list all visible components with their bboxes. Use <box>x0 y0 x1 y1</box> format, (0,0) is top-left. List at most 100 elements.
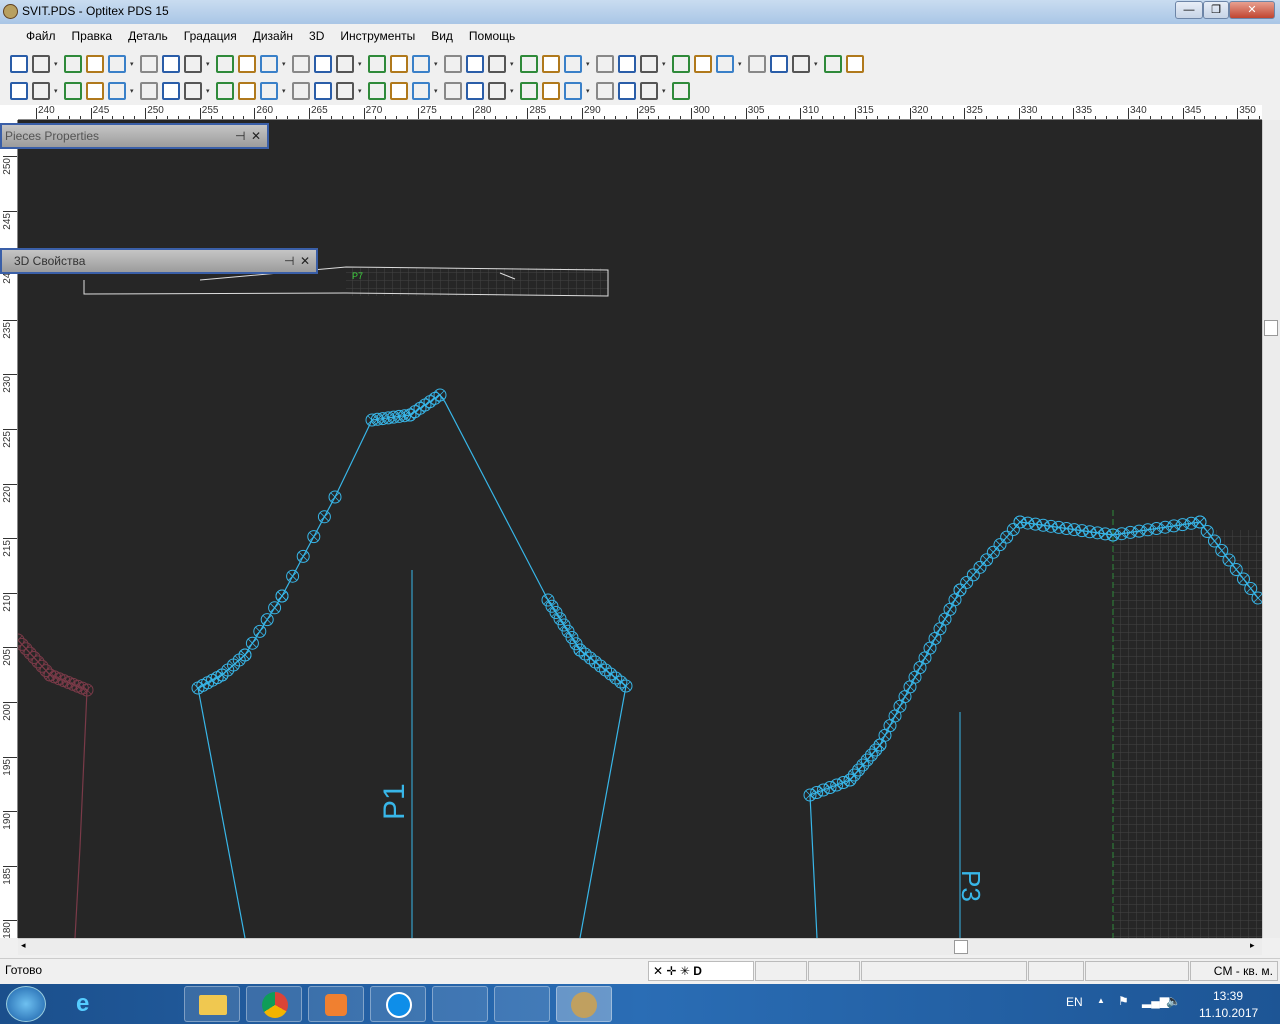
help-icon[interactable] <box>412 55 430 73</box>
button-icon[interactable] <box>108 82 126 100</box>
pin-icon[interactable]: ⊣ <box>284 250 294 272</box>
language-indicator[interactable]: EN <box>1066 995 1083 1009</box>
page-icon[interactable] <box>564 82 582 100</box>
menu-item-6[interactable]: Инструменты <box>332 29 423 43</box>
scroll-thumb[interactable] <box>954 940 968 954</box>
cut-icon[interactable] <box>314 55 332 73</box>
dropdown-arrow-icon[interactable]: ▾ <box>434 60 440 68</box>
taskbar-optitex[interactable] <box>556 986 612 1022</box>
snap-distance-icon[interactable]: D <box>693 964 702 978</box>
dropdown-arrow-icon[interactable]: ▾ <box>510 87 516 95</box>
minimize-button[interactable]: — <box>1175 1 1203 19</box>
menu-item-0[interactable]: Файл <box>18 29 64 43</box>
snap-intersection-icon[interactable]: ✕ <box>653 964 663 978</box>
pattern-icon[interactable] <box>672 55 690 73</box>
paste-icon[interactable] <box>368 55 386 73</box>
export-icon[interactable] <box>368 82 386 100</box>
dropdown-arrow-icon[interactable]: ▾ <box>586 87 592 95</box>
walk-icon[interactable] <box>716 55 734 73</box>
snap-center-icon[interactable]: ✳ <box>680 964 690 978</box>
triangle-icon[interactable] <box>542 82 560 100</box>
taskbar-teamviewer[interactable] <box>370 986 426 1022</box>
frame-icon[interactable] <box>390 82 408 100</box>
snap-move-icon[interactable]: ✛ <box>666 964 676 978</box>
scroll-right-icon[interactable]: ▸ <box>1250 940 1255 951</box>
dropdown-arrow-icon[interactable]: ▾ <box>282 60 288 68</box>
dropdown-arrow-icon[interactable]: ▾ <box>814 60 820 68</box>
taskbar-java[interactable] <box>432 986 488 1022</box>
pin-icon[interactable]: ⊣ <box>235 125 245 147</box>
piece-p1[interactable]: P1 <box>18 120 633 938</box>
piece-left[interactable] <box>18 120 94 938</box>
taskbar-media[interactable] <box>308 986 364 1022</box>
horizontal-scrollbar[interactable]: ◂ ▸ <box>18 938 1262 955</box>
taskbar-app[interactable] <box>494 986 550 1022</box>
mirror-icon[interactable] <box>792 55 810 73</box>
dropdown-arrow-icon[interactable]: ▾ <box>206 87 212 95</box>
print-icon[interactable] <box>108 55 126 73</box>
copy-piece-icon[interactable] <box>640 82 658 100</box>
dropdown-arrow-icon[interactable]: ▾ <box>662 60 668 68</box>
pattern-drawing[interactable]: P7 P1 P3 <box>18 120 1262 938</box>
taskbar-ie[interactable]: e <box>62 986 118 1022</box>
sew-icon[interactable] <box>64 82 82 100</box>
copy-icon[interactable] <box>336 55 354 73</box>
drawing-canvas[interactable]: P7 P1 P3 <box>18 120 1262 938</box>
add-point-icon[interactable] <box>10 82 28 100</box>
dropdown-arrow-icon[interactable]: ▾ <box>54 60 60 68</box>
import-icon[interactable] <box>390 55 408 73</box>
grade-icon[interactable] <box>520 55 538 73</box>
select-arrow-icon[interactable] <box>10 55 28 73</box>
save-icon[interactable] <box>86 55 104 73</box>
start-button[interactable] <box>6 986 46 1022</box>
scroll-thumb[interactable] <box>1264 320 1278 336</box>
maximize-button[interactable]: ❐ <box>1203 1 1229 19</box>
dropdown-arrow-icon[interactable]: ▾ <box>358 60 364 68</box>
add-icon[interactable] <box>542 55 560 73</box>
dropdown-arrow-icon[interactable]: ▾ <box>206 60 212 68</box>
action-center-icon[interactable]: ⚑ <box>1118 994 1129 1008</box>
move-point-icon[interactable] <box>336 82 354 100</box>
redo-icon[interactable] <box>292 55 310 73</box>
network-icon[interactable]: ▂▄▆ <box>1142 994 1169 1008</box>
buttonhole-icon[interactable] <box>140 82 158 100</box>
menu-item-8[interactable]: Помощь <box>461 29 523 43</box>
plotter-icon[interactable] <box>140 55 158 73</box>
rotate-right-icon[interactable] <box>488 82 506 100</box>
dart-icon[interactable] <box>596 55 614 73</box>
new-file-icon[interactable] <box>32 55 50 73</box>
menu-item-1[interactable]: Правка <box>64 29 121 43</box>
bucket-icon[interactable] <box>596 82 614 100</box>
volume-icon[interactable]: 🔈 <box>1166 994 1181 1008</box>
menu-item-2[interactable]: Деталь <box>120 29 176 43</box>
open-folder-icon[interactable] <box>64 55 82 73</box>
delete-icon[interactable] <box>292 82 310 100</box>
3d-properties-panel[interactable]: 3D Свойства ⊣ ✕ <box>0 248 318 274</box>
taskbar-chrome[interactable] <box>246 986 302 1022</box>
close-button[interactable]: ✕ <box>1229 1 1275 19</box>
dropdown-arrow-icon[interactable]: ▾ <box>586 60 592 68</box>
piece-icon[interactable] <box>466 55 484 73</box>
dropdown-arrow-icon[interactable]: ▾ <box>130 60 136 68</box>
menu-item-7[interactable]: Вид <box>423 29 461 43</box>
dropdown-arrow-icon[interactable]: ▾ <box>738 60 744 68</box>
3d-icon[interactable] <box>770 55 788 73</box>
rotate-left-icon[interactable] <box>466 82 484 100</box>
rotate-icon[interactable] <box>412 82 430 100</box>
dropdown-arrow-icon[interactable]: ▾ <box>282 87 288 95</box>
circle-icon[interactable] <box>694 55 712 73</box>
menu-item-4[interactable]: Дизайн <box>245 29 301 43</box>
measure-icon[interactable] <box>444 55 462 73</box>
pen-curve-icon[interactable] <box>216 82 234 100</box>
zoom-icon[interactable] <box>238 55 256 73</box>
vertical-scrollbar[interactable] <box>1262 120 1280 938</box>
cut-line-icon[interactable] <box>618 55 636 73</box>
scroll-left-icon[interactable]: ◂ <box>21 940 26 951</box>
point-marker[interactable] <box>18 633 25 647</box>
dropdown-arrow-icon[interactable]: ▾ <box>434 87 440 95</box>
pen-icon[interactable] <box>314 82 332 100</box>
excel-icon[interactable] <box>184 55 202 73</box>
tag-icon[interactable] <box>216 55 234 73</box>
dropdown-arrow-icon[interactable]: ▾ <box>54 87 60 95</box>
snap-modes[interactable]: ✕ ✛ ✳ D <box>648 961 754 981</box>
